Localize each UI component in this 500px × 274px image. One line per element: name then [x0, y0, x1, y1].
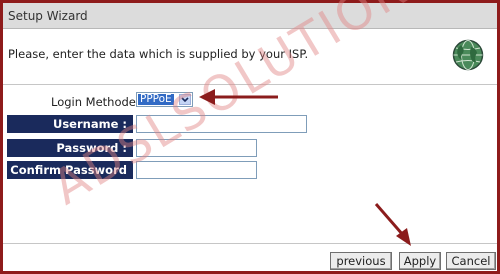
- confirm-password-label: Confirm Password :: [7, 161, 133, 195]
- arrow-down-right-icon: [374, 203, 411, 246]
- setup-wizard-window: Setup Wizard Please, enter the data whic…: [0, 0, 500, 274]
- title-bar: Setup Wizard: [3, 3, 497, 29]
- password-field[interactable]: [136, 139, 257, 157]
- password-label: Password :: [7, 139, 133, 157]
- login-method-select[interactable]: PPPoE: [136, 92, 193, 107]
- divider: [3, 84, 497, 85]
- username-label: Username :: [7, 115, 133, 133]
- previous-button[interactable]: previous: [330, 252, 392, 270]
- login-method-label: Login Methode:: [51, 95, 140, 109]
- chevron-down-icon[interactable]: [179, 94, 191, 105]
- confirm-password-field[interactable]: [136, 161, 257, 179]
- username-field[interactable]: [136, 115, 307, 133]
- instruction-text: Please, enter the data which is supplied…: [8, 47, 309, 61]
- apply-button[interactable]: Apply: [399, 252, 441, 270]
- cancel-button[interactable]: Cancel: [446, 252, 496, 270]
- divider: [3, 243, 497, 244]
- window-title: Setup Wizard: [8, 9, 88, 23]
- login-method-selected-value: PPPoE: [138, 93, 174, 105]
- globe-icon: [452, 39, 484, 71]
